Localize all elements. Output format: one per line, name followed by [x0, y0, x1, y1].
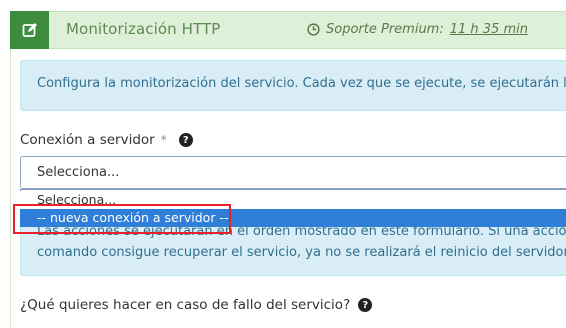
question-circle-icon[interactable]: ? [178, 133, 193, 147]
page: Monitorización HTTP Soporte Premium: 11 … [0, 0, 566, 328]
premium-support: Soporte Premium: 11 h 35 min [307, 22, 528, 37]
server-connection-label-text: Conexión a servidor [20, 132, 155, 148]
failure-action-label-text: ¿Qué quieres hacer en caso de fallo del … [20, 297, 351, 313]
server-connection-label: Conexión a servidor * ? [20, 132, 193, 148]
edit-icon [22, 23, 37, 37]
panel-title: Monitorización HTTP [66, 20, 221, 38]
support-label: Soporte Premium: [326, 22, 444, 37]
support-time-link[interactable]: 11 h 35 min [450, 22, 528, 37]
info-alert-text: Configura la monitorización del servicio… [37, 76, 566, 91]
required-mark: * [160, 133, 167, 147]
order-info-line2: comando consigue recuperar el servicio, … [37, 245, 566, 260]
question-circle-icon[interactable]: ? [358, 298, 373, 312]
dropdown-option-selecciona[interactable]: Selecciona... [20, 191, 566, 209]
clock-icon [307, 23, 320, 36]
edit-button[interactable] [10, 11, 49, 49]
server-connection-select-value: Selecciona... [37, 165, 120, 180]
failure-action-label: ¿Qué quieres hacer en caso de fallo del … [20, 297, 373, 313]
dropdown-option-new-connection[interactable]: -- nueva conexión a servidor -- [20, 209, 566, 227]
